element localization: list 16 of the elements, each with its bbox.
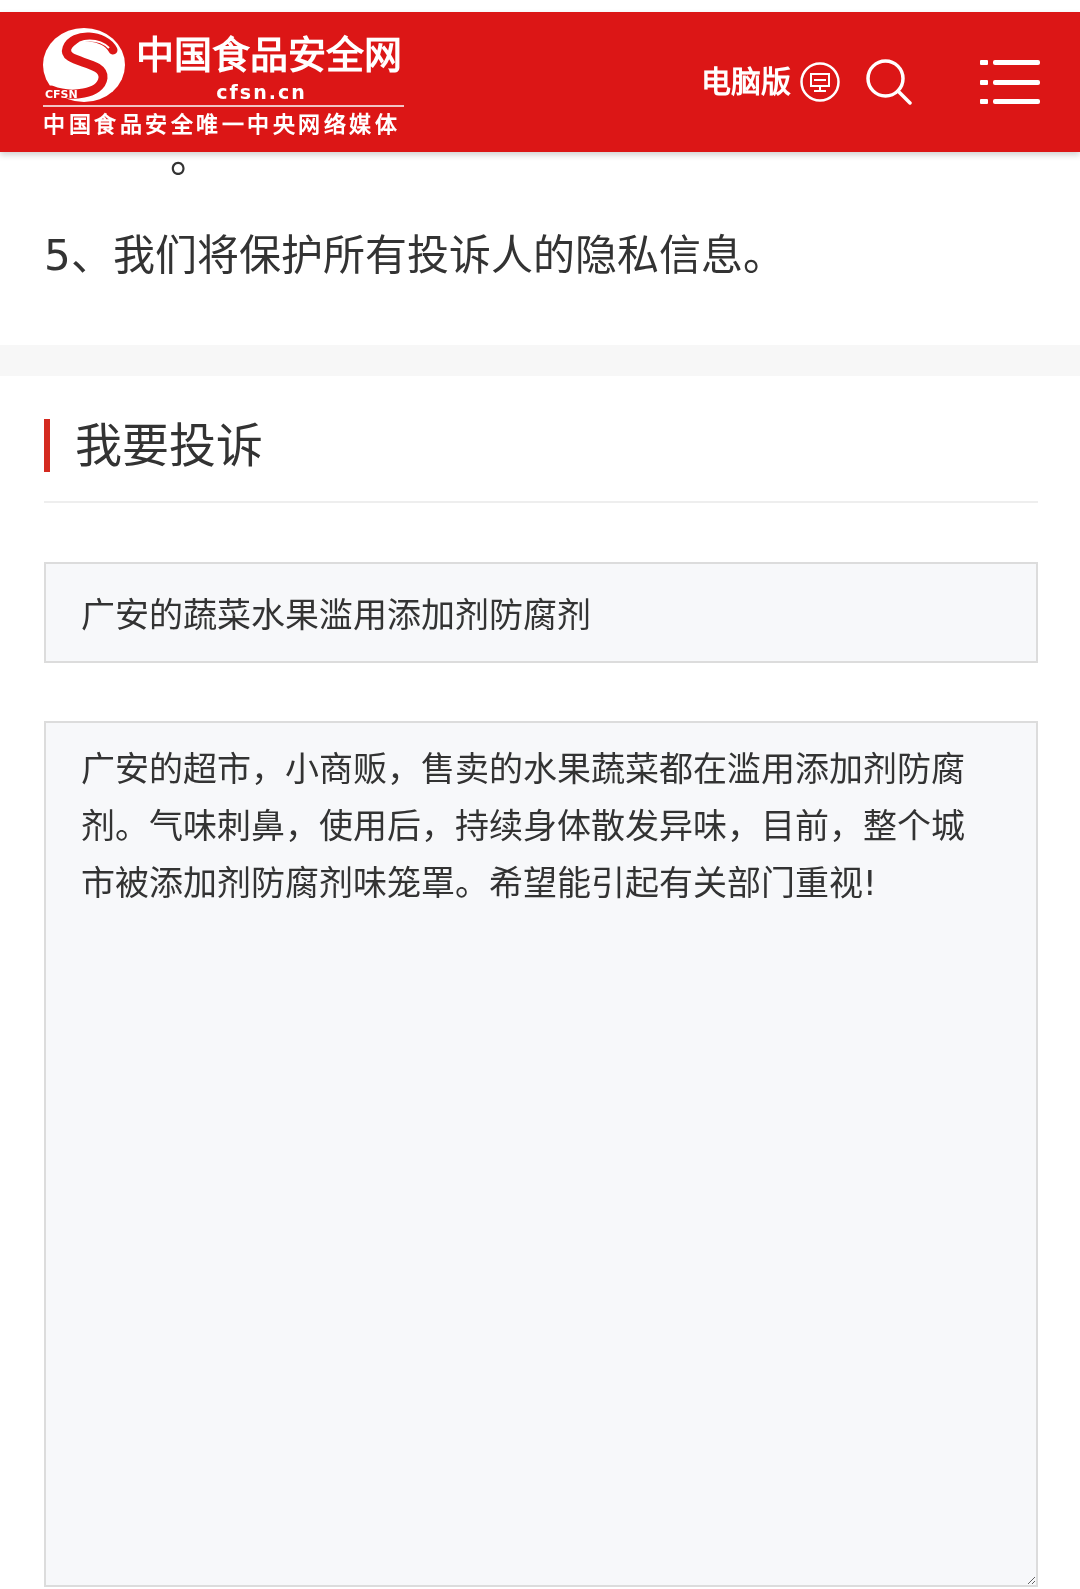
swirl-logo-icon (43, 28, 125, 102)
details-text-area[interactable]: 广安的超市，小商贩，售卖的水果蔬菜都在滥用添加剂防腐剂。气味刺鼻，使用后，持续身体散发异味，目前，整个城市被添加剂防腐剂味笼罩。希望能引起有关部门重视! (44, 721, 1038, 1587)
logo-emblem-text: CFSN (45, 89, 78, 101)
desktop-version-link[interactable]: 电脑版 (701, 62, 840, 102)
notice-paragraph: 5、我们将保护所有投诉人的隐私信息。 (44, 230, 785, 282)
monitor-icon (800, 62, 840, 102)
subject-input-field[interactable]: 广安的蔬菜水果滥用添加剂防腐剂 (44, 562, 1038, 663)
search-button[interactable] (866, 59, 912, 105)
section-heading: 我要投诉 (75, 419, 263, 472)
search-icon (866, 59, 912, 105)
logo-domain: cfsn.cn (216, 82, 307, 102)
logo-slogan: 中国食品安全唯一中央网络媒体 (43, 112, 401, 136)
logo-site-name: 中国食品安全网 (135, 31, 402, 79)
menu-button[interactable] (980, 59, 1040, 105)
heading-accent-bar (44, 419, 50, 472)
menu-icon (980, 59, 1040, 105)
